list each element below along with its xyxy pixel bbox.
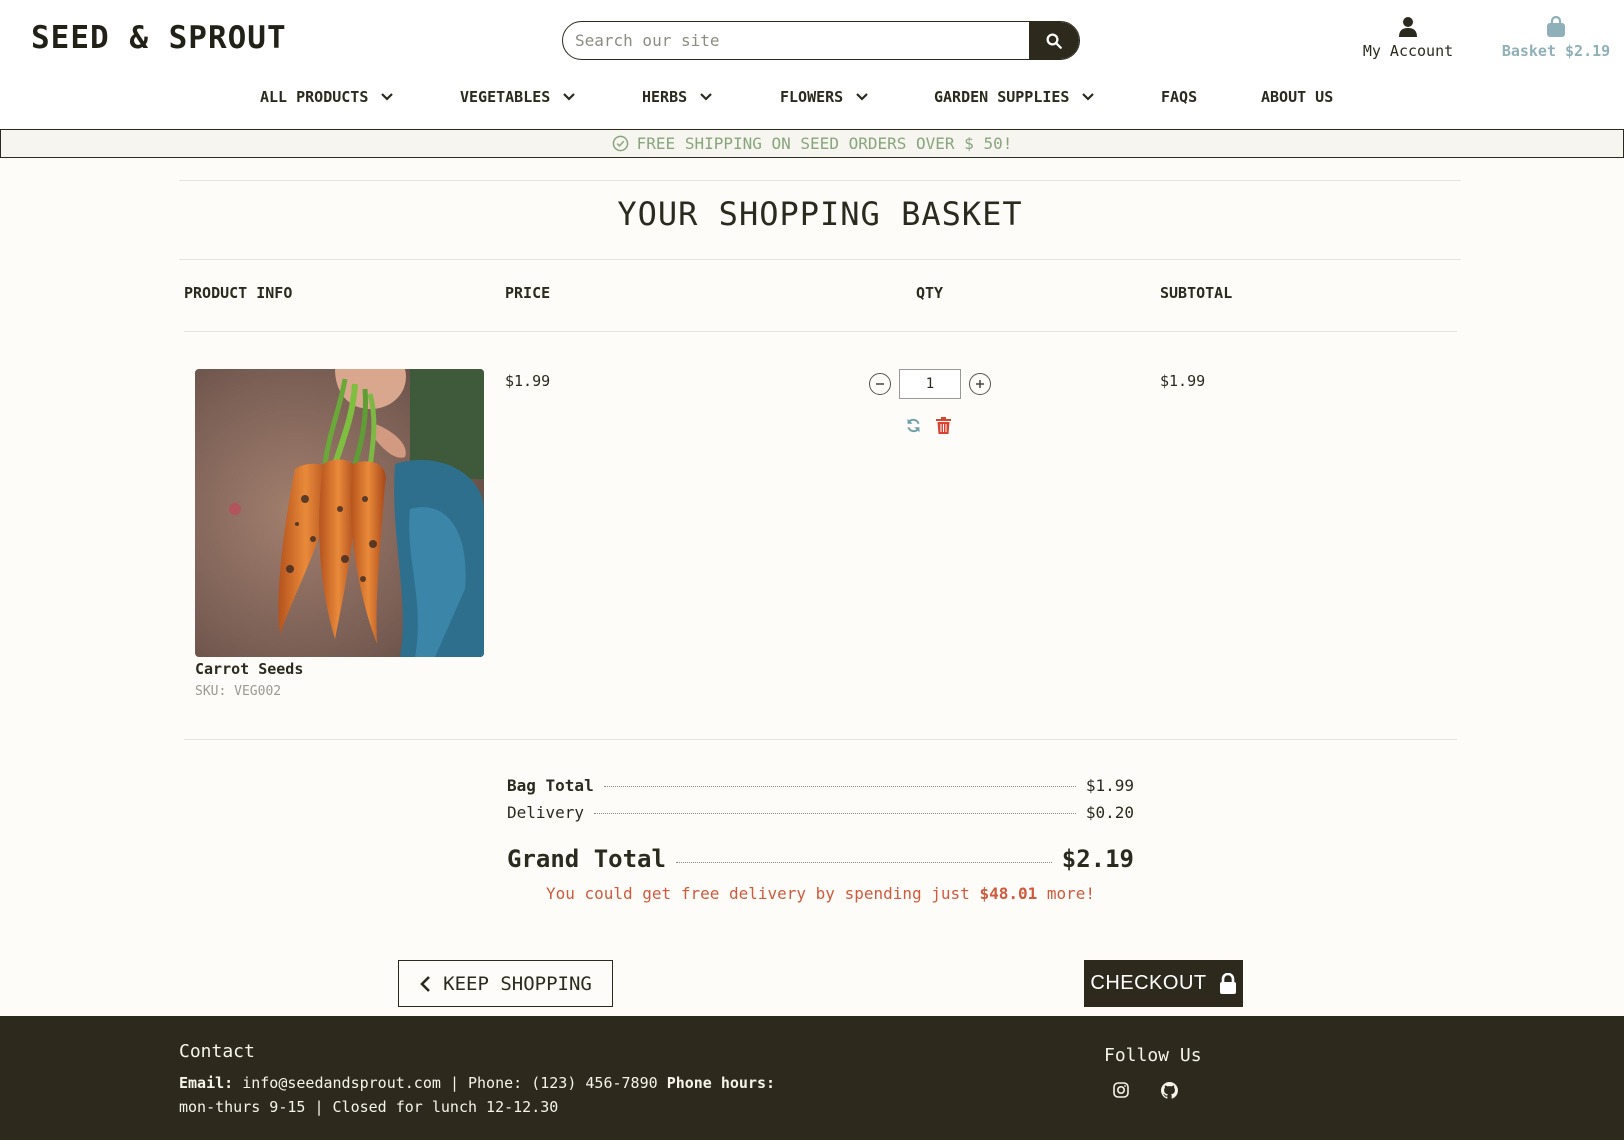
contact-heading: Contact bbox=[179, 1041, 255, 1062]
basket-link[interactable]: Basket $2.19 bbox=[1498, 16, 1614, 60]
follow-heading: Follow Us bbox=[1104, 1045, 1202, 1066]
search-icon bbox=[1046, 33, 1062, 49]
chevron-down-icon bbox=[381, 93, 394, 101]
col-header-subtotal: SUBTOTAL bbox=[1160, 284, 1233, 302]
shipping-banner: FREE SHIPPING ON SEED ORDERS OVER $ 50! bbox=[0, 129, 1624, 158]
chevron-left-icon bbox=[420, 975, 431, 992]
free-delivery-message: You could get free delivery by spending … bbox=[507, 884, 1134, 903]
product-subtotal: $1.99 bbox=[1160, 372, 1206, 390]
checkout-label: CHECKOUT bbox=[1090, 972, 1207, 994]
nav-about-us[interactable]: ABOUT US bbox=[1261, 88, 1333, 106]
nav-label: VEGETABLES bbox=[460, 88, 551, 106]
trash-icon bbox=[936, 417, 951, 434]
nav-label: GARDEN SUPPLIES bbox=[934, 88, 1070, 106]
nav-garden-supplies[interactable]: GARDEN SUPPLIES bbox=[934, 88, 1095, 106]
divider bbox=[184, 331, 1457, 332]
product-image[interactable] bbox=[195, 369, 484, 657]
free-delivery-suffix: more! bbox=[1046, 884, 1096, 903]
site-header: SEED & SPROUT My Account Basket $2.19 AL… bbox=[0, 0, 1624, 128]
email-link[interactable]: info@seedandsprout.com bbox=[242, 1074, 441, 1092]
nav-flowers[interactable]: FLOWERS bbox=[780, 88, 869, 106]
user-icon bbox=[1399, 17, 1417, 37]
search-bar bbox=[562, 21, 1080, 60]
dotted-leader bbox=[594, 813, 1076, 814]
product-name[interactable]: Carrot Seeds bbox=[195, 660, 303, 678]
increase-qty-button[interactable] bbox=[969, 373, 991, 395]
product-price: $1.99 bbox=[505, 372, 551, 390]
grand-total-row: Grand Total $2.19 bbox=[507, 845, 1134, 873]
dotted-leader bbox=[603, 786, 1076, 787]
col-header-product-info: PRODUCT INFO bbox=[184, 284, 293, 302]
phone-text: | Phone: (123) 456-7890 bbox=[449, 1074, 658, 1092]
nav-vegetables[interactable]: VEGETABLES bbox=[460, 88, 576, 106]
keep-shopping-label: KEEP SHOPPING bbox=[443, 972, 592, 995]
lock-icon bbox=[1219, 973, 1236, 994]
site-footer: Contact Email: info@seedandsprout.com | … bbox=[0, 1016, 1624, 1140]
divider bbox=[179, 180, 1461, 181]
col-header-price: PRICE bbox=[505, 284, 551, 302]
nav-herbs[interactable]: HERBS bbox=[642, 88, 713, 106]
bag-total-value: $1.99 bbox=[1085, 776, 1134, 795]
divider bbox=[179, 259, 1461, 260]
dotted-leader bbox=[675, 862, 1052, 863]
page-title: YOUR SHOPPING BASKET bbox=[617, 195, 1023, 233]
social-links bbox=[1113, 1082, 1178, 1103]
account-label: My Account bbox=[1362, 42, 1454, 60]
remove-button[interactable] bbox=[936, 417, 951, 438]
github-icon bbox=[1161, 1082, 1178, 1099]
grand-total-label: Grand Total bbox=[507, 845, 666, 873]
bag-total-row: Bag Total $1.99 bbox=[507, 776, 1134, 795]
minus-circle-icon bbox=[876, 383, 884, 385]
delivery-row: Delivery $0.20 bbox=[507, 803, 1134, 822]
instagram-link[interactable] bbox=[1113, 1082, 1129, 1103]
nav-label: ALL PRODUCTS bbox=[260, 88, 369, 106]
my-account-link[interactable]: My Account bbox=[1360, 16, 1456, 60]
phone-hours-label: Phone hours: bbox=[666, 1074, 776, 1092]
instagram-icon bbox=[1113, 1082, 1129, 1098]
nav-label: FAQS bbox=[1161, 88, 1198, 106]
shopping-bag-icon bbox=[1547, 16, 1565, 37]
grand-total-value: $2.19 bbox=[1061, 845, 1134, 873]
nav-faqs[interactable]: FAQS bbox=[1161, 88, 1197, 106]
basket-label: Basket $2.19 bbox=[1501, 42, 1611, 60]
update-button[interactable] bbox=[905, 417, 922, 438]
quantity-input[interactable] bbox=[899, 369, 961, 399]
nav-label: ABOUT US bbox=[1261, 88, 1334, 106]
refresh-icon bbox=[907, 418, 920, 433]
nav-all-products[interactable]: ALL PRODUCTS bbox=[260, 88, 394, 106]
carrot-photo bbox=[195, 369, 484, 657]
chevron-down-icon bbox=[1082, 93, 1095, 101]
contact-line: Email: info@seedandsprout.com | Phone: (… bbox=[179, 1074, 775, 1092]
free-delivery-prefix: You could get free delivery by spending … bbox=[545, 884, 970, 903]
delivery-value: $0.20 bbox=[1085, 803, 1134, 822]
nav-label: FLOWERS bbox=[780, 88, 844, 106]
email-label: Email: bbox=[179, 1074, 234, 1092]
bag-total-label: Bag Total bbox=[507, 776, 594, 795]
chevron-down-icon bbox=[856, 93, 868, 101]
chevron-down-icon bbox=[563, 93, 576, 101]
free-delivery-amount: $48.01 bbox=[979, 884, 1038, 903]
hours-line: mon-thurs 9-15 | Closed for lunch 12-12.… bbox=[179, 1098, 559, 1116]
divider bbox=[184, 739, 1457, 740]
search-button[interactable] bbox=[1029, 22, 1079, 59]
quantity-stepper bbox=[869, 369, 991, 399]
checkout-button[interactable]: CHECKOUT bbox=[1084, 960, 1243, 1007]
keep-shopping-button[interactable]: KEEP SHOPPING bbox=[398, 960, 613, 1007]
row-actions bbox=[905, 417, 951, 438]
col-header-qty: QTY bbox=[916, 284, 944, 302]
chevron-down-icon bbox=[700, 93, 712, 101]
product-sku: SKU: VEG002 bbox=[195, 684, 282, 699]
nav-label: HERBS bbox=[642, 88, 688, 106]
check-circle-icon bbox=[612, 135, 628, 152]
banner-text: FREE SHIPPING ON SEED ORDERS OVER $ 50! bbox=[636, 134, 1013, 153]
github-link[interactable] bbox=[1161, 1082, 1178, 1103]
delivery-label: Delivery bbox=[507, 803, 585, 822]
decrease-qty-button[interactable] bbox=[869, 373, 891, 395]
plus-circle-icon bbox=[976, 380, 984, 388]
site-logo[interactable]: SEED & SPROUT bbox=[31, 20, 287, 56]
search-input[interactable] bbox=[563, 22, 1029, 59]
main-nav: ALL PRODUCTS VEGETABLES HERBS FLOWERS GA… bbox=[0, 88, 1624, 112]
